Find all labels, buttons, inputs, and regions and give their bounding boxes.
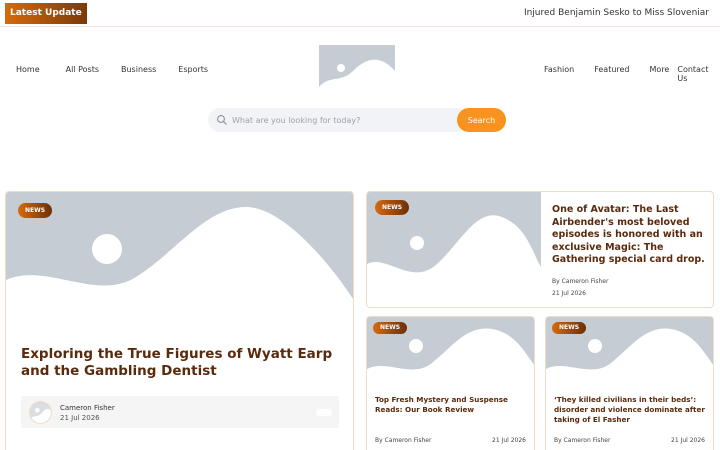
post-author[interactable]: By Cameron Fisher (552, 278, 608, 285)
search-input[interactable] (232, 108, 460, 132)
category-badge[interactable]: NEWS (373, 322, 408, 334)
small-post-card[interactable]: NEWS Top Fresh Mystery and Suspense Read… (366, 316, 535, 450)
search-button[interactable]: Search (457, 108, 506, 132)
search-field-wrapper (208, 108, 468, 132)
main-nav-right: Fashion Featured More Contact Us (544, 65, 720, 83)
featured-post-card[interactable]: NEWS Exploring the True Figures of Wyatt… (5, 191, 354, 450)
nav-item-home[interactable]: Home (16, 65, 40, 74)
small-post-title[interactable]: ‘They killed civilians in their beds’: d… (554, 395, 709, 425)
latest-update-badge: Latest Update (5, 3, 87, 24)
main-nav-left: Home All Posts Business Esports (16, 65, 208, 74)
nav-item-fashion[interactable]: Fashion (544, 65, 574, 83)
nav-item-contact-us[interactable]: Contact Us (677, 65, 720, 83)
post-author[interactable]: By Cameron Fisher (554, 437, 610, 444)
nav-item-featured[interactable]: Featured (594, 65, 629, 83)
author-name[interactable]: Cameron Fisher (60, 404, 115, 412)
post-date: 21 Jul 2026 (60, 414, 100, 422)
featured-post-title[interactable]: Exploring the True Figures of Wyatt Earp… (21, 346, 341, 380)
avatar[interactable] (29, 401, 52, 424)
site-logo[interactable] (319, 45, 395, 96)
side-post-title[interactable]: One of Avatar: The Last Airbender's most… (552, 204, 707, 267)
search-bar: Search (208, 108, 506, 132)
small-post-title[interactable]: Top Fresh Mystery and Suspense Reads: Ou… (375, 395, 530, 415)
post-date: 21 Jul 2026 (492, 437, 526, 444)
category-badge[interactable]: NEWS (375, 200, 410, 215)
top-ticker-bar: Latest Update Injured Benjamin Sesko to … (0, 0, 720, 27)
post-author[interactable]: By Cameron Fisher (375, 437, 431, 444)
search-icon (217, 115, 227, 125)
side-post-card[interactable]: NEWS One of Avatar: The Last Airbender's… (366, 191, 714, 308)
author-box: Cameron Fisher 21 Jul 2026 (21, 396, 339, 428)
post-date: 21 Jul 2026 (671, 437, 705, 444)
nav-item-more[interactable]: More (650, 65, 670, 83)
category-badge[interactable]: NEWS (552, 322, 587, 334)
featured-post-image[interactable] (6, 192, 353, 332)
nav-item-all-posts[interactable]: All Posts (66, 65, 99, 74)
share-toggle[interactable] (316, 409, 332, 416)
image-placeholder-icon (30, 407, 51, 423)
image-placeholder-icon (6, 207, 353, 332)
category-badge[interactable]: NEWS (18, 203, 53, 218)
small-post-card[interactable]: NEWS ‘They killed civilians in their bed… (545, 316, 714, 450)
nav-item-esports[interactable]: Esports (178, 65, 208, 74)
nav-item-business[interactable]: Business (121, 65, 156, 74)
image-placeholder-icon (319, 59, 395, 96)
ticker-headline-link[interactable]: Injured Benjamin Sesko to Miss Sloveniar (524, 8, 709, 18)
post-date: 21 Jul 2026 (552, 290, 586, 297)
